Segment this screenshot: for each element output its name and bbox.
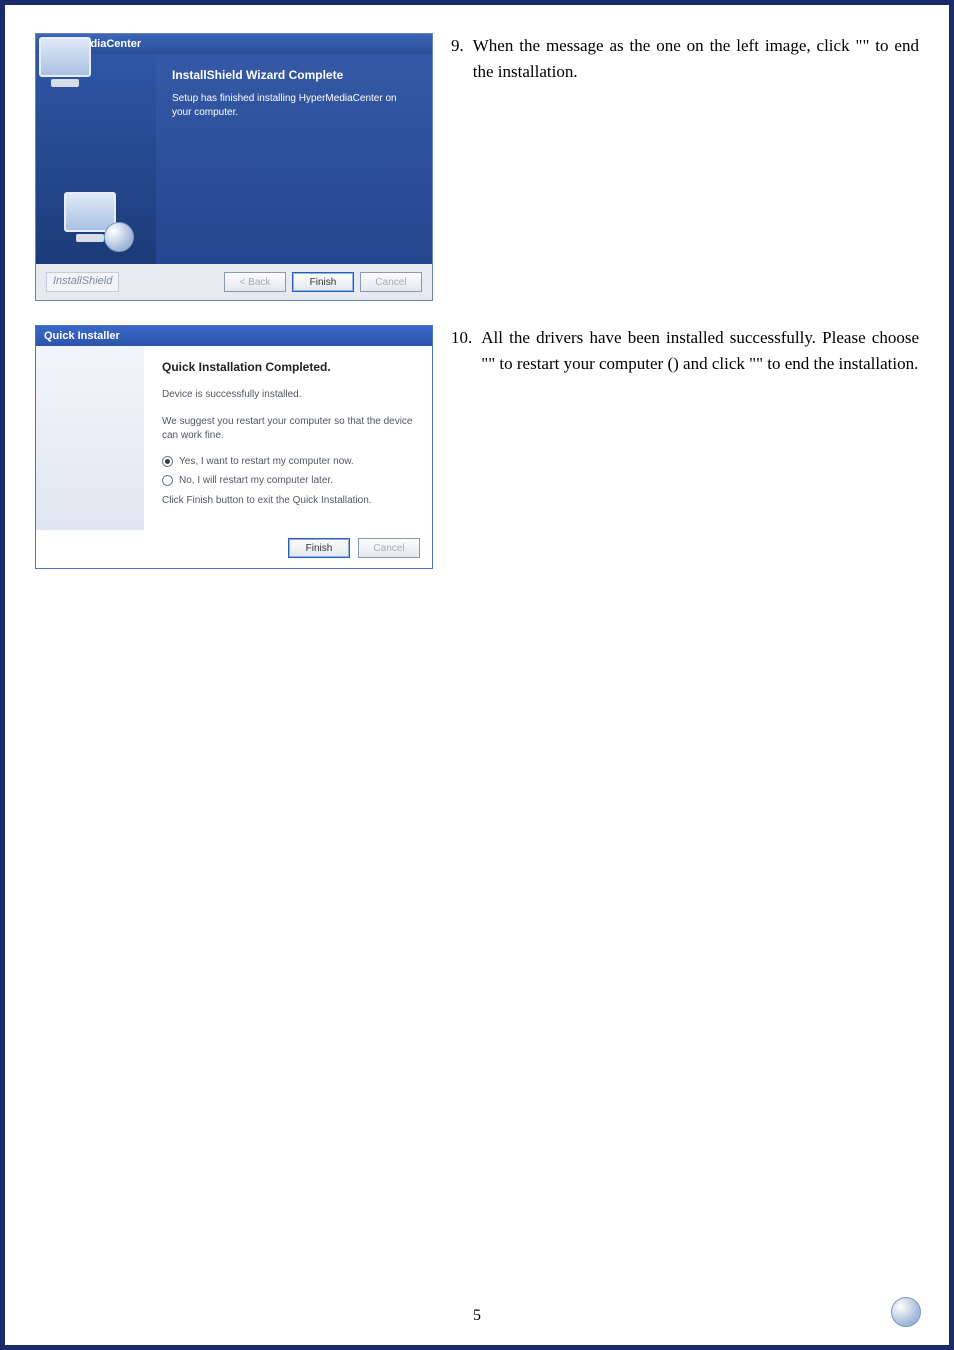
step-9-body: When the message as the one on the left … — [473, 33, 919, 86]
radio-no-label: No, I will restart my computer later. — [179, 475, 333, 486]
radio-no-row[interactable]: No, I will restart my computer later. — [162, 475, 414, 486]
back-button[interactable]: < Back — [224, 272, 286, 292]
step-10-text: 10. All the drivers have been installed … — [451, 325, 919, 378]
dialog-main: InstallShield Wizard Complete Setup has … — [156, 54, 432, 264]
dialog-col-2: Quick Installer Quick Installation Compl… — [35, 325, 433, 569]
quick-installer-dialog: Quick Installer Quick Installation Compl… — [35, 325, 433, 569]
installshield-badge: InstallShield — [46, 272, 119, 292]
radio-no-icon[interactable] — [162, 475, 173, 486]
quick-side-image — [36, 346, 144, 530]
installshield-dialog: HyperMediaCenter InstallShield Wizard Co… — [35, 33, 433, 301]
radio-yes-row[interactable]: Yes, I want to restart my computer now. — [162, 456, 414, 467]
quick-heading: Quick Installation Completed. — [162, 360, 414, 374]
quick-finish-button[interactable]: Finish — [288, 538, 350, 558]
step-10-number: 10. — [451, 325, 472, 378]
dialog-subtext: Setup has finished installing HyperMedia… — [172, 92, 416, 120]
monitor-icon — [60, 188, 132, 250]
quick-titlebar: Quick Installer — [36, 326, 432, 346]
quick-line2: We suggest you restart your computer so … — [162, 415, 414, 444]
step-row-10: Quick Installer Quick Installation Compl… — [35, 325, 919, 569]
dialog-col-1: HyperMediaCenter InstallShield Wizard Co… — [35, 33, 433, 301]
page-content: HyperMediaCenter InstallShield Wizard Co… — [35, 33, 919, 1325]
step-10-body: All the drivers have been installed succ… — [481, 325, 919, 378]
quick-main: Quick Installation Completed. Device is … — [144, 346, 432, 530]
dialog-body: InstallShield Wizard Complete Setup has … — [36, 54, 432, 264]
quick-footer: Finish Cancel — [36, 530, 432, 568]
quick-line3: Click Finish button to exit the Quick In… — [162, 494, 414, 509]
step-9-text: 9. When the message as the one on the le… — [451, 33, 919, 86]
page-number: 5 — [35, 1307, 919, 1325]
dialog-footer: InstallShield < Back Finish Cancel — [36, 264, 432, 300]
page-frame: HyperMediaCenter InstallShield Wizard Co… — [0, 0, 954, 1350]
dialog-titlebar: HyperMediaCenter — [36, 34, 432, 54]
dialog-heading: InstallShield Wizard Complete — [172, 68, 416, 82]
radio-yes-label: Yes, I want to restart my computer now. — [179, 456, 354, 467]
step-9-number: 9. — [451, 33, 464, 86]
cancel-button[interactable]: Cancel — [360, 272, 422, 292]
step-row-9: HyperMediaCenter InstallShield Wizard Co… — [35, 33, 919, 301]
radio-yes-icon[interactable] — [162, 456, 173, 467]
quick-cancel-button[interactable]: Cancel — [358, 538, 420, 558]
quick-body: Quick Installation Completed. Device is … — [36, 346, 432, 530]
quick-line1: Device is successfully installed. — [162, 388, 414, 403]
finish-button[interactable]: Finish — [292, 272, 354, 292]
